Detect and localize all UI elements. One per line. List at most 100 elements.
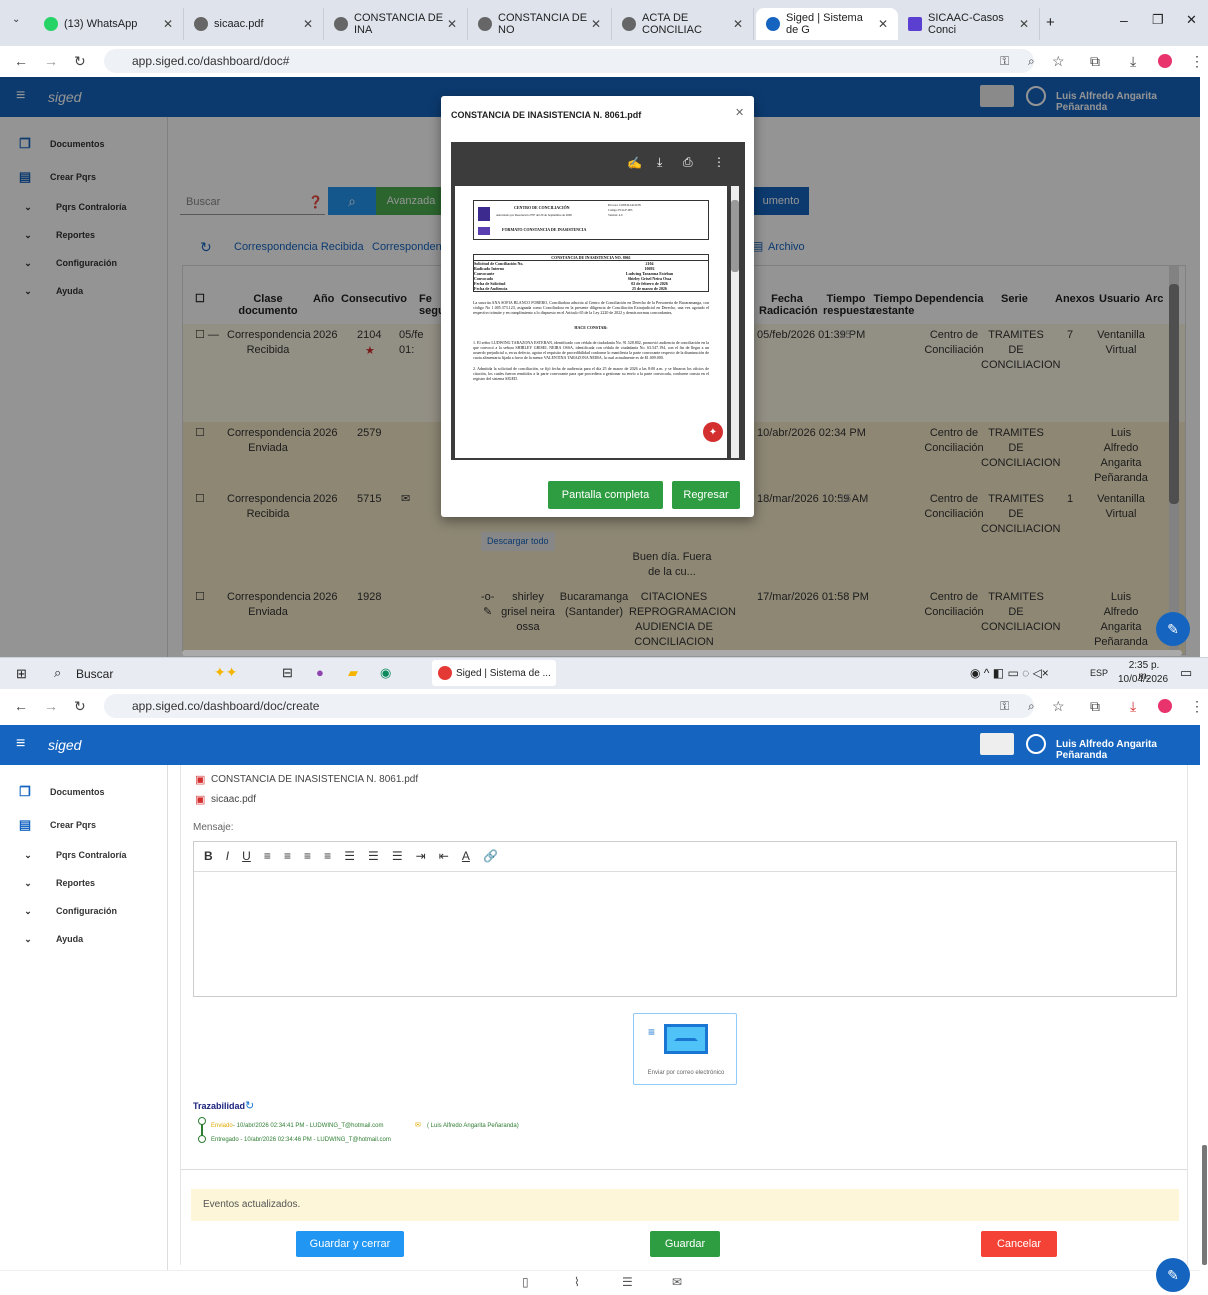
- attachment-link[interactable]: CONSTANCIA DE INASISTENCIA N. 8061.pdf: [211, 774, 418, 785]
- tab-siged[interactable]: Siged | Sistema de G ✕: [756, 8, 898, 40]
- close-icon[interactable]: ✕: [1019, 17, 1029, 31]
- star-icon[interactable]: ☆: [1052, 698, 1065, 715]
- italic-icon[interactable]: I: [226, 849, 229, 863]
- align-left-icon[interactable]: ≡: [264, 849, 271, 863]
- sidebar-item-reportes[interactable]: ⌄ Reportes: [0, 869, 168, 897]
- tab-acta[interactable]: ACTA DE CONCILIAC ✕: [612, 8, 754, 40]
- zoom-icon[interactable]: ⌕: [1028, 54, 1035, 69]
- sidebar-item-pqrs-contraloria[interactable]: ⌄ Pqrs Contraloría: [0, 841, 168, 869]
- maximize-icon[interactable]: ❐: [1152, 12, 1164, 28]
- download-icon[interactable]: ⤓: [1130, 698, 1136, 715]
- close-icon[interactable]: ✕: [447, 17, 457, 31]
- tab-sicaac[interactable]: sicaac.pdf ✕: [184, 8, 324, 40]
- close-icon[interactable]: ✕: [878, 17, 888, 31]
- copilot-icon[interactable]: ●: [316, 665, 324, 680]
- cancel-button[interactable]: Cancelar: [981, 1231, 1057, 1257]
- url-field[interactable]: app.siged.co/dashboard/doc/create: [104, 694, 1034, 718]
- tab-constancia-no[interactable]: CONSTANCIA DE NO ✕: [468, 8, 612, 40]
- forward-icon[interactable]: →: [44, 53, 58, 69]
- ordered-list-icon[interactable]: ☰: [344, 849, 355, 863]
- reload-icon[interactable]: ↻: [74, 698, 86, 715]
- language-indicator[interactable]: ESP: [1090, 668, 1108, 678]
- extensions-icon[interactable]: ⧉: [1090, 698, 1100, 715]
- bold-icon[interactable]: B: [204, 849, 213, 863]
- close-icon[interactable]: ✕: [591, 17, 601, 31]
- user-avatar[interactable]: [1026, 734, 1046, 754]
- key-icon[interactable]: ⚿: [1000, 699, 1009, 714]
- taskbar-search[interactable]: Buscar: [76, 667, 113, 681]
- mail-icon[interactable]: ✉: [672, 1275, 682, 1289]
- text-color-icon[interactable]: A: [462, 849, 470, 863]
- justify-icon[interactable]: ≡: [324, 849, 331, 863]
- windows-start-icon[interactable]: ⊞: [16, 666, 27, 682]
- search-icon[interactable]: ⌕: [54, 665, 61, 681]
- link-icon[interactable]: 🔗: [483, 849, 498, 863]
- task-view-icon[interactable]: ⊟: [282, 665, 293, 681]
- sparkle-icon[interactable]: ✦✦: [214, 664, 237, 681]
- tray-icons[interactable]: ◉ ^ ◧ ▭ ◌ ◁×: [970, 666, 1049, 680]
- zoom-icon[interactable]: ⌕: [1028, 699, 1035, 714]
- print-icon[interactable]: ⎙: [683, 155, 693, 170]
- download-icon[interactable]: ⤓: [657, 155, 662, 170]
- app-logo[interactable]: siged: [48, 737, 81, 753]
- bullet-list-icon[interactable]: ☰: [368, 849, 379, 863]
- profile-avatar[interactable]: [1158, 54, 1172, 68]
- page-scrollbar[interactable]: [1202, 1145, 1207, 1265]
- extensions-icon[interactable]: ⧉: [1090, 53, 1100, 70]
- sidebar-item-ayuda[interactable]: ⌄ Ayuda: [0, 925, 168, 953]
- fullscreen-button[interactable]: Pantalla completa: [548, 481, 663, 509]
- close-icon[interactable]: ✕: [735, 106, 744, 119]
- tab-constancia-ina[interactable]: CONSTANCIA DE INA ✕: [324, 8, 468, 40]
- list-icon[interactable]: ☰: [392, 849, 403, 863]
- star-icon[interactable]: ☆: [1052, 53, 1065, 70]
- hamburger-icon[interactable]: ≡: [16, 735, 25, 753]
- align-center-icon[interactable]: ≡: [284, 849, 291, 863]
- paperclip-icon[interactable]: ⌇: [574, 1275, 580, 1289]
- edge-icon[interactable]: ◉: [380, 665, 391, 681]
- tab-list-icon[interactable]: ⌄: [12, 14, 20, 25]
- tab-whatsapp[interactable]: (13) WhatsApp ✕: [34, 8, 184, 40]
- minimize-icon[interactable]: –: [1120, 12, 1128, 28]
- reload-icon[interactable]: ↻: [74, 53, 86, 70]
- clock-date[interactable]: 10/04/2026: [1118, 674, 1168, 685]
- sidebar-item-documentos[interactable]: ❐ Documentos: [0, 778, 168, 806]
- sidebar-item-configuracion[interactable]: ⌄ Configuración: [0, 897, 168, 925]
- close-window-icon[interactable]: ✕: [1186, 12, 1197, 28]
- menu-dots-icon[interactable]: ⋮: [1190, 698, 1204, 715]
- align-right-icon[interactable]: ≡: [304, 849, 311, 863]
- document-icon[interactable]: ▯: [522, 1275, 529, 1289]
- list-icon[interactable]: ☰: [622, 1275, 633, 1289]
- new-tab-icon[interactable]: +: [1046, 14, 1055, 31]
- menu-dots-icon[interactable]: ⋮: [1190, 53, 1204, 70]
- indent-icon[interactable]: ⇥: [416, 849, 426, 863]
- horizontal-scrollbar[interactable]: [182, 650, 1182, 656]
- annotate-icon[interactable]: ✍: [627, 156, 642, 170]
- profile-avatar[interactable]: [1158, 699, 1172, 713]
- close-icon[interactable]: ✕: [163, 17, 173, 31]
- message-editor[interactable]: B I U ≡ ≡ ≡ ≡ ☰ ☰ ☰ ⇥ ⇤ A 🔗: [193, 841, 1177, 997]
- url-field[interactable]: app.siged.co/dashboard/doc#: [104, 49, 1034, 73]
- refresh-icon[interactable]: ↻: [245, 1099, 254, 1112]
- user-name[interactable]: Luis Alfredo Angarita Peñaranda: [1056, 739, 1200, 761]
- notifications-icon[interactable]: ▭: [1180, 665, 1192, 681]
- forward-icon[interactable]: →: [44, 698, 58, 714]
- sidebar-item-crear-pqrs[interactable]: ▤ Crear Pqrs: [0, 811, 168, 839]
- close-icon[interactable]: ✕: [303, 17, 313, 31]
- pdf-scrollbar[interactable]: [731, 186, 739, 458]
- back-icon[interactable]: ←: [14, 53, 28, 69]
- underline-icon[interactable]: U: [242, 849, 251, 863]
- key-icon[interactable]: ⚿: [1000, 54, 1009, 69]
- download-icon[interactable]: ⤓: [1130, 53, 1136, 70]
- menu-dots-icon[interactable]: ⋮: [713, 155, 725, 169]
- tab-sicaac-casos[interactable]: SICAAC-Casos Conci ✕: [898, 8, 1040, 40]
- send-email-button[interactable]: ≡ Enviar por correo electrónico: [633, 1013, 737, 1085]
- back-icon[interactable]: ←: [14, 698, 28, 714]
- outdent-icon[interactable]: ⇤: [439, 849, 449, 863]
- close-icon[interactable]: ✕: [733, 17, 743, 31]
- back-button[interactable]: Regresar: [672, 481, 740, 509]
- taskbar-chrome-app[interactable]: Siged | Sistema de ...: [432, 660, 556, 686]
- chat-fab-button[interactable]: ✎: [1156, 1258, 1190, 1292]
- attachment-link[interactable]: sicaac.pdf: [211, 794, 256, 805]
- chat-fab-button[interactable]: ✎: [1156, 612, 1190, 646]
- adobe-icon[interactable]: ✦: [703, 422, 723, 442]
